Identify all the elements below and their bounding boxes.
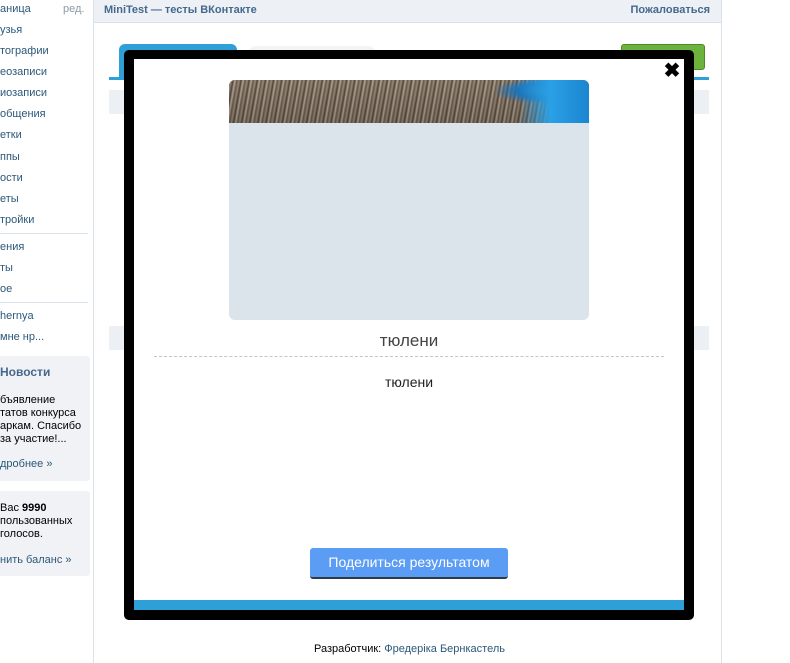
dashed-divider [154,356,664,357]
news-block-title: Новости [0,365,51,379]
balance-block: Вас 9990 пользованных голосов. нить бала… [0,491,90,576]
app-title: MiniTest — тесты ВКонтакте [104,4,257,16]
close-icon[interactable]: ✖ [662,61,682,81]
report-link[interactable]: Пожаловаться [630,4,710,16]
sidebar-item-answers[interactable]: еты [0,190,19,208]
sidebar-item-videos[interactable]: еозаписи [0,63,47,81]
sidebar-divider [0,233,88,234]
sidebar-item-apps[interactable]: ения [0,238,24,256]
edit-link[interactable]: ред. [63,3,84,15]
sidebar-item-friends[interactable]: узья [0,21,22,39]
sidebar-item-photos[interactable]: тографии [0,42,49,60]
footer-prefix: Разработчик: [314,643,385,655]
balance-amount: 9990 [22,502,47,514]
news-block-text: бъявление татов конкурса аркам. Спасибо … [0,394,82,445]
result-title: тюлени [379,331,439,350]
balance-text: пользованных голосов. [0,515,73,540]
sidebar-item-app-hernya[interactable]: hernya [0,307,34,325]
balance-topup-link[interactable]: нить баланс » [0,554,72,566]
sidebar-item-audio[interactable]: иозаписи [0,84,47,102]
sidebar-item-news[interactable]: ости [0,169,23,187]
app-header: MiniTest — тесты ВКонтакте Пожаловаться [94,0,721,23]
seal-photo [229,80,589,123]
developer-link[interactable]: Фредеріка Бернкастель [384,643,505,655]
balance-line: Вас 9990 [0,502,47,515]
share-result-button[interactable]: Поделиться результатом [310,548,508,579]
result-modal: ✖ тюлени тюлени Поделиться результатом [134,59,684,610]
sidebar-item-settings[interactable]: тройки [0,211,34,229]
sidebar-item-groups[interactable]: ппы [0,148,20,166]
content-border-left [93,0,94,663]
sidebar-item-page[interactable]: аница [0,0,31,18]
sidebar-item-games[interactable]: ты [0,259,13,277]
news-more-link[interactable]: дробнее » [0,458,52,470]
sidebar-item-notes[interactable]: етки [0,126,22,144]
news-block: Новости бъявление татов конкурса аркам. … [0,356,90,481]
footer: Разработчик: Фредеріка Бернкастель [314,643,505,655]
sidebar-divider [0,302,88,303]
balance-prefix: Вас [0,502,23,514]
left-sidebar: аница ред. узья тографии еозаписи иозапи… [0,0,92,663]
result-description: тюлени [384,374,434,390]
result-image [229,80,589,320]
modal-bottom-bar [134,600,684,610]
sidebar-item-app-likes[interactable]: мне нр... [0,328,44,346]
sidebar-item-favorites[interactable]: ое [0,280,12,298]
content-border-right [721,0,722,663]
sidebar-item-messages[interactable]: общения [0,105,46,123]
